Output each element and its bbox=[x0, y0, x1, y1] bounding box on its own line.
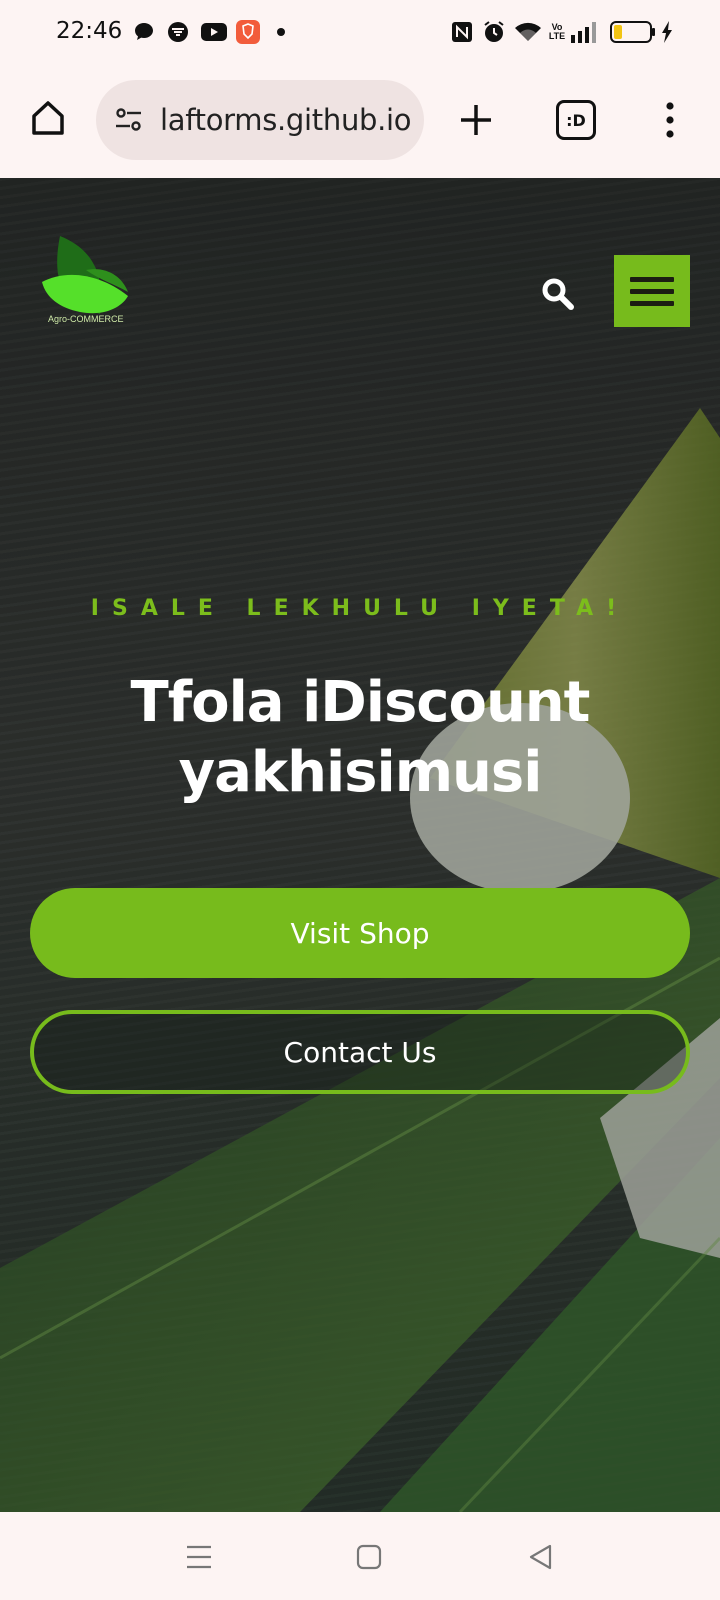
wifi-icon bbox=[514, 20, 542, 44]
volte-icon: Vo LTE bbox=[548, 22, 566, 41]
hero-section: Agro-COMMERCE ISALE LEKHULU IYETA! Tfola… bbox=[0, 178, 720, 1512]
charging-icon bbox=[660, 20, 674, 44]
contact-us-button[interactable]: Contact Us bbox=[30, 1010, 690, 1094]
menu-bar-icon bbox=[630, 276, 674, 282]
hero-headline: Tfola iDiscount yakhisimusi bbox=[130, 670, 591, 805]
tab-switcher-icon[interactable]: :D bbox=[556, 100, 596, 140]
more-menu-icon[interactable] bbox=[660, 100, 680, 140]
status-time: 22:46 bbox=[56, 18, 123, 44]
signal-icon bbox=[570, 20, 600, 44]
chat-bubble-icon bbox=[132, 20, 156, 44]
hero-overlay bbox=[0, 178, 720, 1512]
new-tab-icon[interactable] bbox=[456, 100, 496, 140]
vpn-shield-icon bbox=[166, 20, 190, 44]
hamburger-menu-button[interactable] bbox=[614, 255, 690, 327]
system-nav-bar bbox=[0, 1512, 720, 1600]
alarm-icon bbox=[482, 20, 506, 44]
recents-icon[interactable] bbox=[182, 1540, 216, 1574]
status-bar: 22:46 Vo LTE bbox=[0, 0, 720, 64]
url-bar[interactable]: laftorms.github.io bbox=[96, 80, 424, 160]
logo-text: Agro-COMMERCE bbox=[48, 314, 124, 324]
site-settings-icon[interactable] bbox=[114, 105, 144, 135]
nfc-icon bbox=[450, 20, 474, 44]
home-nav-icon[interactable] bbox=[352, 1540, 386, 1574]
brave-icon bbox=[236, 20, 260, 44]
notification-dot bbox=[276, 20, 286, 44]
visit-shop-button[interactable]: Visit Shop bbox=[30, 888, 690, 978]
tab-switcher-label: :D bbox=[566, 110, 586, 130]
menu-bar-icon bbox=[630, 288, 674, 294]
hero-eyebrow: ISALE LEKHULU IYETA! bbox=[90, 596, 630, 621]
back-icon[interactable] bbox=[524, 1540, 558, 1574]
menu-bar-icon bbox=[630, 300, 674, 306]
home-icon[interactable] bbox=[28, 98, 68, 138]
url-text[interactable]: laftorms.github.io bbox=[160, 103, 412, 137]
search-icon[interactable] bbox=[540, 276, 576, 312]
leaf-logo-icon bbox=[42, 236, 128, 314]
youtube-icon bbox=[200, 20, 228, 44]
site-logo[interactable]: Agro-COMMERCE bbox=[40, 236, 140, 326]
battery-icon bbox=[610, 20, 656, 44]
browser-toolbar: laftorms.github.io :D bbox=[0, 64, 720, 178]
